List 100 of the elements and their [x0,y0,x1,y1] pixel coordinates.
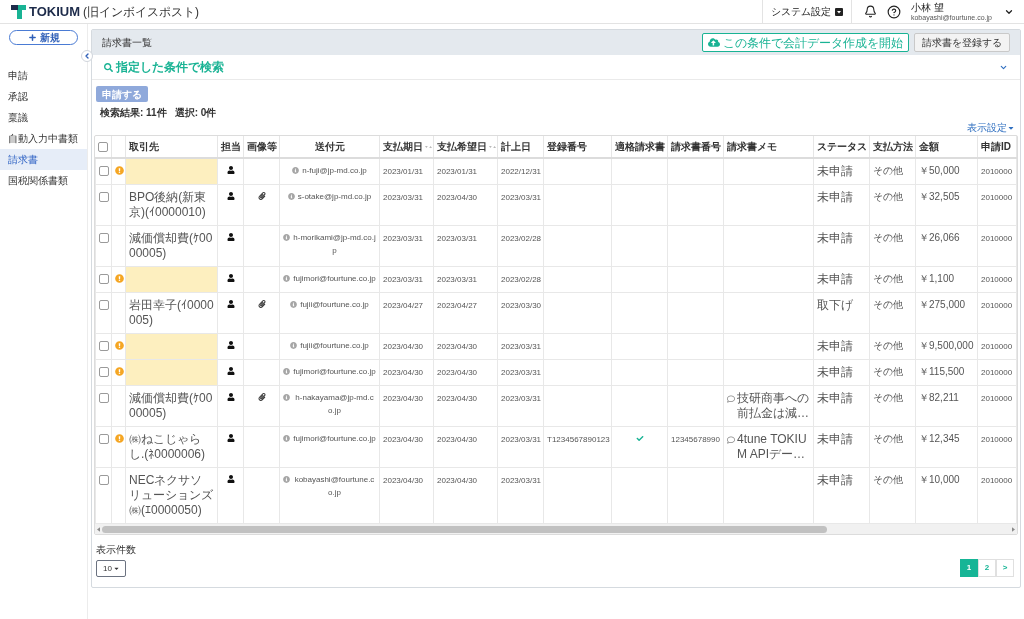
due-date: 2023/03/31 [383,275,424,284]
help-icon[interactable] [886,4,901,19]
info-icon [283,476,290,483]
logo-subtitle: (旧インボイスポスト) [83,5,200,18]
application-id: 2010000 [981,193,1013,202]
partner-name: NECネクサソリューションズ㈱(ｴ0000050) [129,473,214,518]
horizontal-scrollbar[interactable] [95,524,1017,534]
scrollbar-thumb[interactable] [102,525,828,533]
column-header: 請求書番号 [671,140,721,153]
info-icon [290,342,298,349]
checkbox[interactable] [98,142,109,153]
comment-icon[interactable] [727,395,735,403]
checkbox[interactable] [99,475,109,486]
posting-date: 2023/02/28 [501,275,542,284]
page-size-select[interactable]: 10 [96,560,126,577]
checkbox[interactable] [99,300,109,311]
sort-icon[interactable] [489,144,496,149]
due-date: 2023/04/30 [383,368,424,377]
column-header: 支払期日 [383,140,423,153]
amount: ￥32,505 [919,191,960,202]
register-button[interactable]: 請求書を登録する [914,33,1010,52]
panel-title: 請求書一覧 [102,36,153,50]
system-settings-button[interactable]: システム設定 [761,0,852,23]
payment-method: その他 [873,273,903,284]
checkbox[interactable] [99,233,109,244]
checkbox[interactable] [99,274,109,285]
amount: ￥9,500,000 [919,340,974,351]
desired-date: 2023/04/30 [437,193,478,202]
application-id: 2010000 [981,301,1013,310]
desired-date: 2023/04/27 [437,301,478,310]
display-settings-link[interactable]: 表示設定 [967,120,1014,135]
column-header: 支払方法 [873,140,913,153]
scroll-right-icon[interactable] [1012,526,1015,532]
sort-icon[interactable] [425,144,432,149]
status-text: 取下げ [817,298,853,312]
posting-date: 2023/03/31 [501,368,542,377]
paperclip-icon[interactable] [257,393,266,401]
column-header: 登録番号 [547,140,587,153]
info-icon [283,234,290,241]
sender-email: h-nakayama@jp-md.co.jp [294,392,375,417]
paperclip-icon[interactable] [257,300,266,308]
application-id: 2010000 [981,167,1013,176]
desired-date: 2023/04/30 [437,394,478,403]
caret-down-icon [113,565,119,572]
sender-email: h-morikami@jp-md.co.jp [293,232,376,257]
payment-method: その他 [873,474,903,485]
status-text: 未申請 [817,473,853,487]
column-header: 担当 [221,140,241,153]
partner-name: 岩田幸子(ｲ0000005) [129,298,214,328]
cloud-upload-icon [708,37,720,48]
application-id: 2010000 [981,234,1013,243]
application-id: 2010000 [981,476,1013,485]
checkbox[interactable] [99,166,109,177]
info-icon [292,167,300,174]
sender-email: n-fuji@jp-md.co.jp [302,165,367,177]
application-id: 2010000 [981,275,1013,284]
bell-icon[interactable] [863,5,877,18]
column-header: 計上日 [501,140,531,153]
checkbox[interactable] [99,367,109,378]
due-date: 2023/04/27 [383,301,424,310]
posting-date: 2023/03/31 [501,476,542,485]
registration-number: T1234567890123 [547,435,610,444]
logo-icon [11,4,26,19]
desired-date: 2023/03/31 [437,275,478,284]
column-header: 金額 [919,140,939,153]
amount: ￥1,100 [919,273,955,284]
checkbox[interactable] [99,341,109,352]
sidebar-item[interactable]: 請求書 [0,149,87,170]
checkbox[interactable] [99,393,109,404]
invoice-number: 12345678990 [671,435,720,444]
amount: ￥12,345 [919,433,960,444]
payment-method: その他 [873,340,903,351]
column-header: 画像等 [247,140,277,153]
partner-name: 減価償却費(ｹ0000005) [129,231,214,261]
new-button[interactable]: 新規 [9,30,78,45]
amount: ￥82,211 [919,392,959,403]
checkbox[interactable] [99,434,109,445]
posting-date: 2023/03/30 [501,301,542,310]
posting-date: 2023/03/31 [501,193,542,202]
status-text: 未申請 [817,272,853,286]
comment-icon[interactable] [727,436,735,444]
checkbox[interactable] [99,192,109,203]
desired-date: 2023/04/30 [437,476,478,485]
selection-count: 選択: 0件 [174,106,217,120]
partner-name: 減価償却費(ｹ0000005) [129,391,214,421]
status-text: 未申請 [817,365,853,379]
scroll-left-icon[interactable] [97,526,100,532]
paperclip-icon[interactable] [257,192,266,200]
logo-text: TOKIUM [29,5,81,18]
desired-date: 2023/04/30 [437,435,478,444]
payment-method: その他 [873,392,903,403]
column-header: 適格請求書 [615,140,665,153]
info-icon [283,368,291,375]
due-date: 2023/04/30 [383,435,424,444]
collapse-button[interactable] [81,50,93,62]
desired-date: 2023/03/31 [437,234,478,243]
column-header: 送付元 [314,140,345,153]
amount: ￥26,066 [919,232,960,243]
status-text: 未申請 [817,339,853,353]
page-size-label: 表示件数 [96,543,136,557]
